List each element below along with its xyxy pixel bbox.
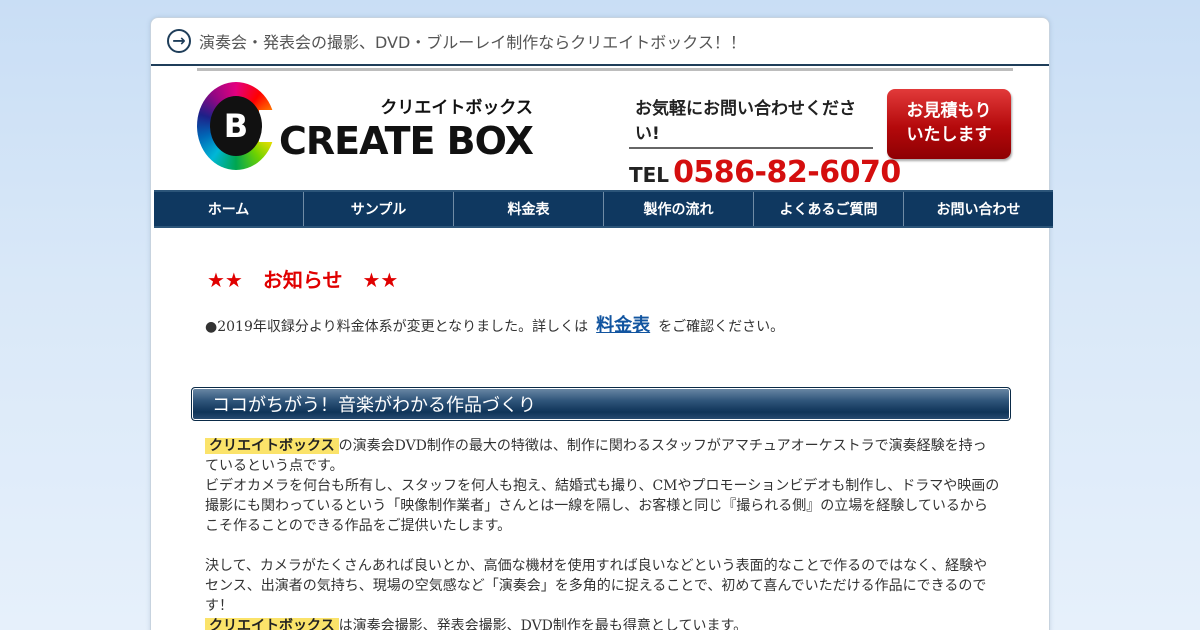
section-body: クリエイトボックス の演奏会DVD制作の最大の特徴は、制作に関わるスタッフがアマチ… [205,436,1005,630]
estimate-button[interactable]: お見積もり いたします [887,89,1011,159]
logo-letter: B [210,96,262,156]
page-container: → 演奏会・発表会の撮影、DVD・ブルーレイ制作ならクリエイトボックス！！ B … [150,17,1053,630]
nav-faq[interactable]: よくあるご質問 [754,192,904,226]
news-text-after: をご確認ください。 [658,319,785,335]
arrow-right-circle-icon: → [167,29,191,53]
pricing-link[interactable]: 料金表 [596,311,650,337]
logo-kana: クリエイトボックス [380,97,533,118]
paragraph-line: こそ作ることのできる作品をご提供いたします。 [205,518,512,534]
main-nav: ホーム サンプル 料金表 製作の流れ よくあるご質問 お問い合わせ [154,190,1053,228]
site-header: B クリエイトボックス CREATE BOX お気軽にお問い合わせください! T… [151,66,1049,190]
paragraph-line: 撮影にも関わっているという「映像制作業者」さんとは一線を隔し、お客様と同じ『撮ら… [205,498,988,514]
nav-home[interactable]: ホーム [154,192,304,226]
estimate-line1: お見積もり [906,101,992,121]
nav-pricing[interactable]: 料金表 [454,192,604,226]
news-text-before: 2019年収録分より料金体系が変更となりました。詳しくは [217,319,589,335]
nav-production-flow[interactable]: 製作の流れ [604,192,754,226]
site-logo[interactable]: B クリエイトボックス CREATE BOX [197,82,534,170]
paragraph-line: す！ [205,598,233,614]
nav-contact[interactable]: お問い合わせ [904,192,1053,226]
paragraph-line: ているという点です。 [205,458,344,474]
site-tagline: 演奏会・発表会の撮影、DVD・ブルーレイ制作ならクリエイトボックス！！ [199,33,746,52]
bullet-icon: ● [205,319,218,335]
section-heading: ココがちがう！音楽がわかる作品づくり [191,387,1011,421]
top-bar: → 演奏会・発表会の撮影、DVD・ブルーレイ制作ならクリエイトボックス！！ [151,18,1049,66]
tel-number: 0586-82-6070 [673,155,901,190]
news-item: ● 2019年収録分より料金体系が変更となりました。詳しくは 料金表 をご確認く… [205,311,784,337]
estimate-line2: いたします [906,125,992,145]
brand-highlight: クリエイトボックス [205,438,339,454]
paragraph-line: センス、出演者の気持ち、現場の空気感など「演奏会」を多角的に捉えることで、初めて… [205,578,987,594]
logo-rainbow-ring-icon: B [197,82,279,170]
paragraph-line: クリエイトボックス の演奏会DVD制作の最大の特徴は、制作に関わるスタッフがアマチ… [205,436,1005,456]
paragraph-text: は演奏会撮影、発表会撮影、DVD制作を最も得意としています。 [338,618,748,630]
paragraph-line: ビデオカメラを何台も所有し、スタッフを何人も抱え、結婚式も撮り、CMやプロモーシ… [205,478,1000,494]
tel-label: TEL [629,163,670,187]
logo-text: クリエイトボックス CREATE BOX [279,93,534,163]
paragraph-line: 決して、カメラがたくさんあれば良いとか、高価な機材を使用すれば良いなどという表面… [205,558,988,574]
brand-highlight: クリエイトボックス [205,618,339,630]
news-heading: ★★ お知らせ ★★ [207,268,399,292]
paragraph-text: の演奏会DVD制作の最大の特徴は、制作に関わるスタッフがアマチュアオーケストラで… [338,438,987,454]
header-divider [197,68,1013,71]
phone-number[interactable]: TEL 0586-82-6070 [629,155,901,190]
contact-info: お気軽にお問い合わせください! TEL 0586-82-6070 [629,94,901,190]
contact-message: お気軽にお問い合わせください! [629,94,873,149]
nav-sample[interactable]: サンプル [304,192,454,226]
logo-wordmark: CREATE BOX [279,118,534,163]
paragraph-line: クリエイトボックス は演奏会撮影、発表会撮影、DVD制作を最も得意としています。 [205,616,1005,630]
